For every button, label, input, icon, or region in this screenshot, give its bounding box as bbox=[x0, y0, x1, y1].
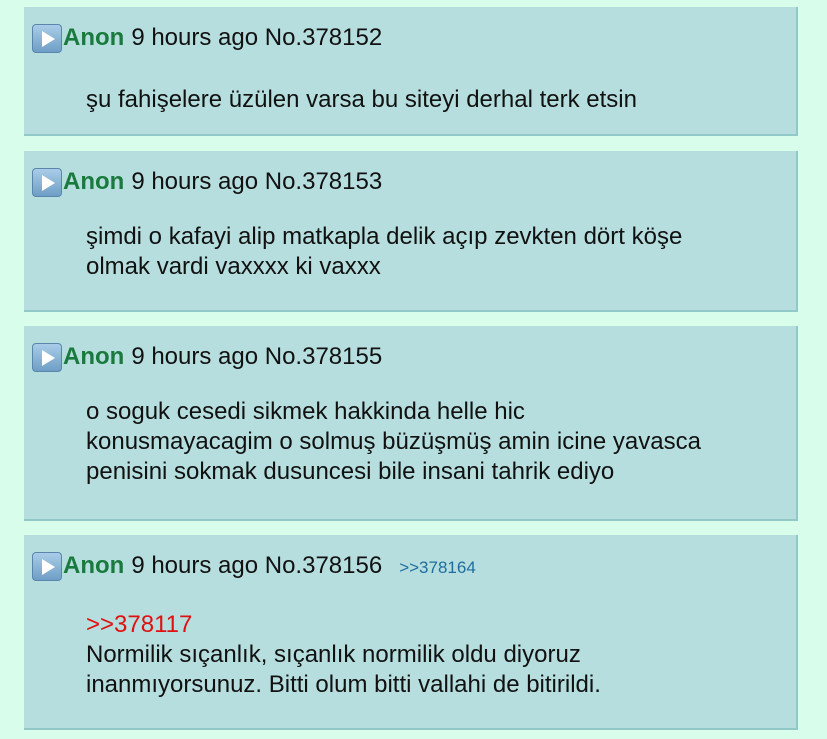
post-time: 9 hours ago bbox=[131, 343, 259, 370]
post-body: >>378117 Normilik sıçanlık, sıçanlık nor… bbox=[86, 610, 601, 700]
post-time: 9 hours ago bbox=[131, 168, 259, 195]
post-header: Anon 9 hours ago No.378156 >>378164 bbox=[32, 550, 476, 582]
play-icon[interactable] bbox=[32, 551, 62, 581]
post-text-line: şu fahişelere üzülen varsa bu siteyi der… bbox=[86, 86, 637, 113]
post-number[interactable]: No.378153 bbox=[258, 168, 382, 196]
post: Anon 9 hours ago No.378155 o soguk cesed… bbox=[24, 326, 798, 521]
poster-name: Anon bbox=[63, 24, 125, 51]
play-icon[interactable] bbox=[32, 23, 62, 53]
quote-link[interactable]: >>378117 bbox=[86, 610, 601, 640]
poster-name: Anon bbox=[63, 552, 125, 579]
post-text-line: o soguk cesedi sikmek hakkinda helle hic bbox=[86, 398, 525, 425]
poster-name: Anon bbox=[63, 343, 125, 370]
post: Anon 9 hours ago No.378152 şu fahişelere… bbox=[24, 7, 798, 136]
post-body: şu fahişelere üzülen varsa bu siteyi der… bbox=[86, 85, 637, 115]
play-icon[interactable] bbox=[32, 342, 62, 372]
post-body: o soguk cesedi sikmek hakkinda helle hic… bbox=[86, 397, 701, 487]
post-number[interactable]: No.378156 bbox=[258, 552, 382, 580]
poster-name: Anon bbox=[63, 168, 125, 195]
post-header: Anon 9 hours ago No.378153 bbox=[32, 166, 382, 198]
post-header: Anon 9 hours ago No.378152 bbox=[32, 22, 382, 54]
post-time: 9 hours ago bbox=[131, 552, 259, 579]
post-text-line: inanmıyorsunuz. Bitti olum bitti vallahi… bbox=[86, 671, 601, 698]
post-header: Anon 9 hours ago No.378155 bbox=[32, 341, 382, 373]
post-number[interactable]: No.378155 bbox=[258, 343, 382, 371]
post: Anon 9 hours ago No.378153 şimdi o kafay… bbox=[24, 151, 798, 312]
post: Anon 9 hours ago No.378156 >>378164 >>37… bbox=[24, 535, 798, 730]
post-text-line: olmak vardi vaxxxx ki vaxxx bbox=[86, 253, 381, 280]
post-time: 9 hours ago bbox=[131, 24, 259, 51]
post-body: şimdi o kafayi alip matkapla delik açıp … bbox=[86, 222, 682, 282]
play-icon[interactable] bbox=[32, 167, 62, 197]
post-number[interactable]: No.378152 bbox=[258, 24, 382, 52]
post-text-line: konusmayacagim o solmuş büzüşmüş amin ic… bbox=[86, 428, 701, 455]
post-text-line: Normilik sıçanlık, sıçanlık normilik old… bbox=[86, 641, 581, 668]
reply-backlink[interactable]: >>378164 bbox=[399, 558, 476, 578]
post-text-line: penisini sokmak dusuncesi bile insani ta… bbox=[86, 458, 615, 485]
post-text-line: şimdi o kafayi alip matkapla delik açıp … bbox=[86, 223, 683, 250]
